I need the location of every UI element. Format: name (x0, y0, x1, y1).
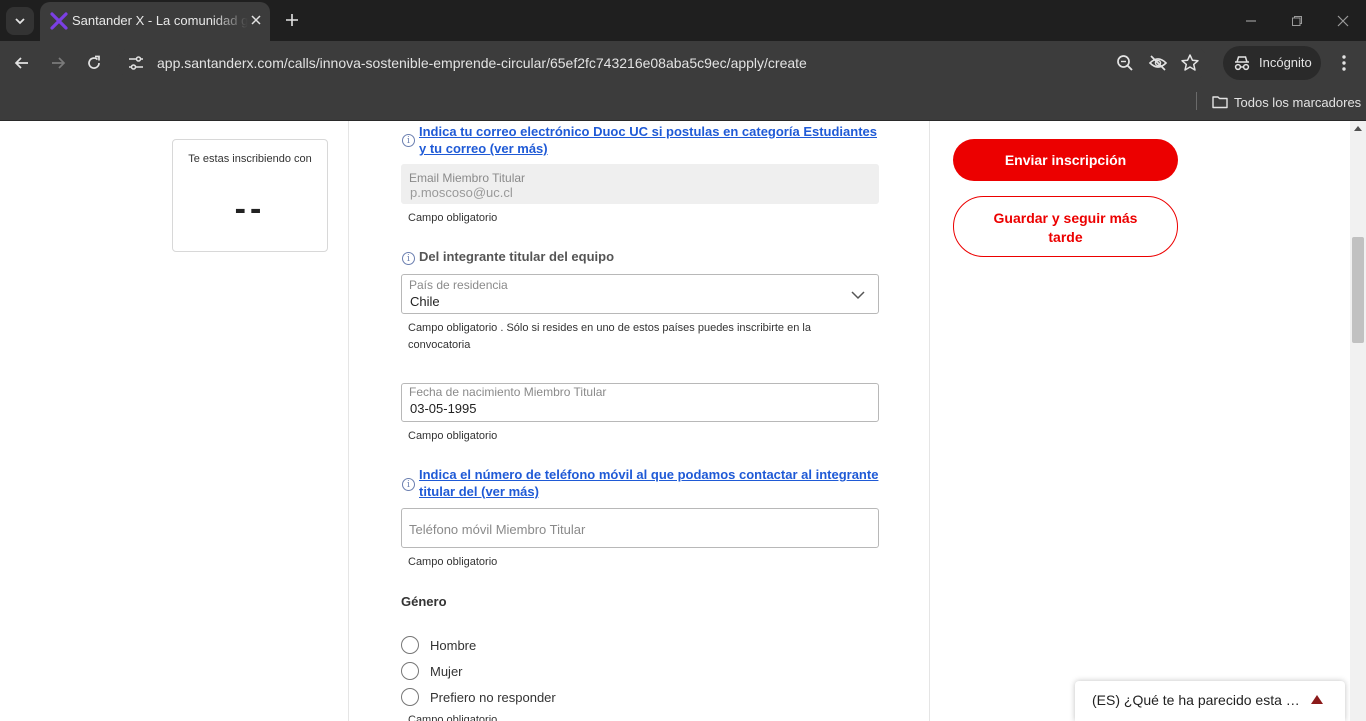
close-icon (1337, 15, 1349, 27)
bookmarks-bar: Todos los marcadores (0, 85, 1366, 121)
scroll-thumb[interactable] (1352, 237, 1364, 343)
incognito-icon (1234, 56, 1250, 71)
info-icon[interactable]: i (402, 134, 415, 147)
left-column: Te estas inscribiendo con -- (0, 121, 349, 721)
email-hint: Campo obligatorio (408, 212, 498, 224)
gender-option-mujer[interactable]: Mujer (401, 661, 463, 681)
restore-button[interactable] (1285, 9, 1309, 33)
country-select-value: Chile (410, 294, 440, 309)
email-question-link[interactable]: Indica tu correo electrónico Duoc UC si … (419, 123, 879, 157)
gender-title: Género (401, 594, 447, 609)
phone-input-placeholder: Teléfono móvil Miembro Titular (409, 522, 586, 537)
titular-question: Del integrante titular del equipo (419, 249, 615, 264)
arrow-right-icon (52, 57, 66, 69)
all-bookmarks-label: Todos los marcadores (1234, 94, 1362, 110)
gender-option-no-answer[interactable]: Prefiero no responder (401, 687, 556, 707)
info-icon[interactable]: i (402, 478, 415, 491)
reload-button[interactable] (80, 49, 108, 77)
info-icon[interactable]: i (402, 252, 415, 265)
all-bookmarks-button[interactable]: Todos los marcadores (1212, 91, 1361, 113)
gender-hint: Campo obligatorio (408, 714, 498, 721)
application-form: i Indica tu correo electrónico Duoc UC s… (350, 121, 929, 721)
phone-question-link[interactable]: Indica el número de teléfono móvil al qu… (419, 466, 879, 500)
folder-icon (1212, 96, 1228, 109)
close-icon (251, 15, 261, 25)
tab-bar: Santander X - La comunidad global de emp… (0, 0, 1366, 41)
more-vertical-icon (1342, 55, 1346, 71)
radio-label: Prefiero no responder (430, 689, 556, 705)
right-column: Enviar inscripción Guardar y seguir más … (929, 121, 1350, 721)
feedback-widget[interactable]: (ES) ¿Qué te ha parecido esta experienci… (1075, 681, 1345, 721)
santander-x-favicon (50, 12, 68, 30)
tab-search-button[interactable] (6, 7, 34, 35)
email-field-value: p.moscoso@uc.cl (410, 185, 513, 200)
chevron-down-icon (15, 18, 25, 25)
tab-title: Santander X - La comunidad global de emp… (72, 13, 248, 28)
close-window-button[interactable] (1331, 9, 1355, 33)
gender-option-hombre[interactable]: Hombre (401, 635, 476, 655)
radio-button[interactable] (401, 662, 419, 680)
minimize-icon (1246, 20, 1256, 22)
page-viewport: Te estas inscribiendo con -- i Indica tu… (0, 121, 1366, 721)
reload-icon (88, 55, 100, 69)
enrollment-card-title: Te estas inscribiendo con (188, 153, 312, 165)
tab-close-button[interactable] (246, 10, 266, 30)
incognito-indicator[interactable]: Incógnito (1223, 46, 1321, 80)
birth-date-label: Fecha de nacimiento Miembro Titular (409, 385, 607, 399)
country-hint: Campo obligatorio . Sólo si resides en u… (408, 322, 811, 351)
radio-label: Mujer (430, 663, 463, 679)
country-select-label: País de residencia (409, 278, 508, 292)
plus-icon (286, 14, 298, 26)
email-field-label: Email Miembro Titular (409, 171, 526, 185)
country-select[interactable]: País de residencia Chile (401, 274, 879, 314)
radio-label: Hombre (430, 637, 477, 653)
chevron-down-icon (851, 291, 865, 300)
birth-date-field[interactable]: Fecha de nacimiento Miembro Titular 03-0… (401, 383, 879, 422)
page-scrollbar[interactable] (1350, 121, 1366, 721)
email-field: Email Miembro Titular p.moscoso@uc.cl (401, 164, 879, 204)
new-tab-button[interactable] (280, 8, 304, 32)
zoom-icon[interactable] (1115, 53, 1135, 73)
minimize-button[interactable] (1239, 9, 1263, 33)
radio-button[interactable] (401, 636, 419, 654)
browser-toolbar: app.santanderx.com/calls/innova-sostenib… (0, 41, 1366, 85)
caret-up-icon[interactable] (1311, 695, 1323, 704)
birth-date-hint: Campo obligatorio (408, 430, 498, 442)
birth-date-value[interactable]: 03-05-1995 (410, 401, 477, 416)
eye-off-icon[interactable] (1148, 53, 1168, 73)
star-icon[interactable] (1180, 53, 1200, 73)
submit-application-button[interactable]: Enviar inscripción (953, 139, 1178, 181)
address-bar[interactable]: app.santanderx.com/calls/innova-sostenib… (118, 45, 1208, 81)
arrow-left-icon (14, 57, 28, 69)
forward-button[interactable] (44, 49, 72, 77)
phone-input[interactable]: Teléfono móvil Miembro Titular (401, 508, 879, 548)
feedback-label: (ES) ¿Qué te ha parecido esta experienci… (1092, 692, 1302, 708)
bookmarks-separator (1196, 92, 1197, 110)
restore-icon (1292, 16, 1302, 26)
browser-menu-button[interactable] (1332, 50, 1356, 76)
active-tab[interactable]: Santander X - La comunidad global de emp… (40, 2, 270, 41)
save-later-button[interactable]: Guardar y seguir más tarde (953, 196, 1178, 257)
incognito-label: Incógnito (1259, 55, 1312, 70)
back-button[interactable] (8, 49, 36, 77)
phone-hint: Campo obligatorio (408, 556, 498, 568)
enrollment-card-value: -- (234, 190, 266, 228)
radio-button[interactable] (401, 688, 419, 706)
scroll-up-arrow[interactable] (1354, 126, 1362, 131)
enrollment-card: Te estas inscribiendo con -- (172, 139, 328, 252)
site-settings-icon[interactable] (126, 53, 146, 73)
url-text[interactable]: app.santanderx.com/calls/innova-sostenib… (157, 55, 807, 71)
